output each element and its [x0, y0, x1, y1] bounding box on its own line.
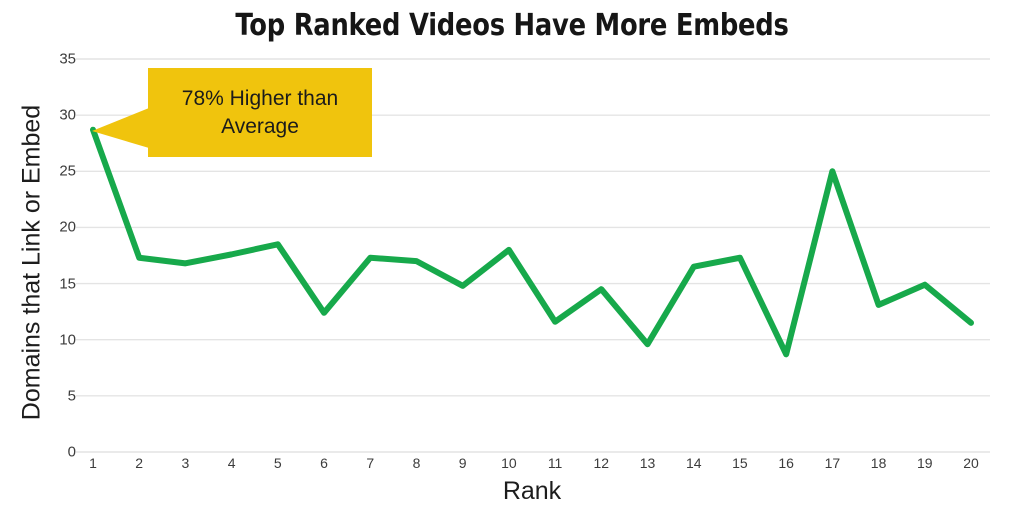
x-axis-tick-label: 10 [501, 455, 517, 471]
x-axis-tick-label: 2 [135, 455, 144, 471]
annotation-callout-text: 78% Higher than Average [181, 86, 339, 138]
y-axis-tick-label: 20 [59, 218, 76, 236]
x-axis-tick-label: 9 [458, 455, 467, 471]
y-axis-tick-label: 25 [59, 162, 76, 180]
x-axis-tick-label: 3 [181, 455, 190, 471]
x-axis-tick-label: 7 [366, 455, 375, 471]
y-axis-tick-label: 10 [59, 331, 76, 349]
x-axis-tick-label: 6 [320, 455, 328, 471]
data-series-line [90, 126, 974, 358]
x-axis-tick-label: 11 [547, 455, 563, 471]
y-axis-tick-labels: 0 5 10 15 20 25 30 35 [0, 0, 76, 517]
x-axis-tick-label: 5 [273, 455, 282, 471]
x-axis-tick-label: 19 [916, 455, 933, 471]
x-axis-tick-label: 15 [732, 455, 748, 471]
x-axis-tick-label: 20 [963, 455, 979, 471]
y-axis-tick-label: 0 [67, 443, 76, 461]
y-axis-tick-label: 5 [67, 387, 76, 405]
chart-container: Top Ranked Videos Have More Embeds Domai… [0, 0, 1024, 517]
x-axis-tick-label: 14 [685, 455, 702, 471]
x-axis-tick-label: 8 [412, 455, 421, 471]
x-axis-tick-label: 17 [824, 455, 841, 471]
x-axis-tick-label: 12 [593, 455, 610, 471]
x-axis-tick-label: 16 [778, 455, 794, 471]
x-axis-tick-label: 18 [870, 455, 887, 471]
y-axis-tick-label: 35 [59, 50, 76, 68]
x-axis-tick-label: 13 [639, 455, 656, 471]
annotation-callout: 78% Higher than Average [148, 68, 372, 157]
x-axis-tick-label: 1 [89, 455, 97, 471]
x-axis-tick-label: 4 [227, 455, 236, 471]
y-axis-tick-label: 15 [59, 275, 76, 293]
y-axis-tick-label: 30 [59, 106, 76, 124]
callout-tail-icon [92, 108, 149, 148]
